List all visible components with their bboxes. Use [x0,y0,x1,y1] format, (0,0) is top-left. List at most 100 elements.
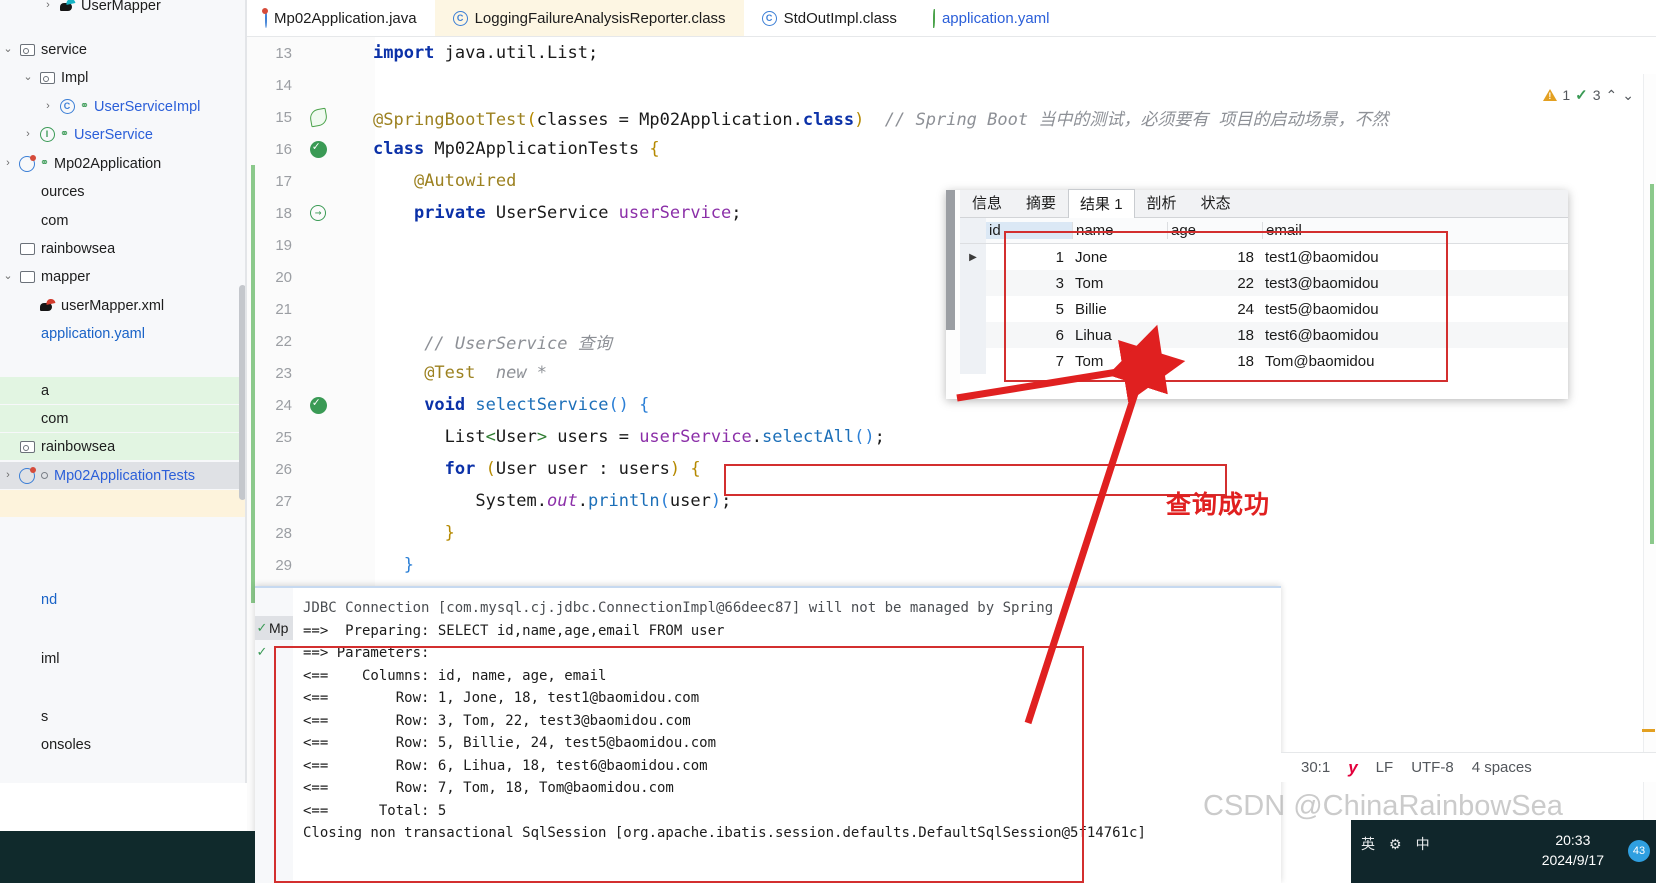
cell-id[interactable]: 7 [986,353,1072,370]
tree-chevron-icon[interactable]: › [40,101,56,112]
cell-email[interactable]: test6@baomidou [1262,327,1568,344]
tree-item-iml[interactable]: iml [0,645,247,672]
test-run-tree[interactable]: ✓ Mp ✓ [255,588,293,883]
column-header-email[interactable]: email [1262,222,1568,239]
project-tree-panel[interactable]: › UserMapper ⌄ service ⌄ Impl › C ⚭ UserServiceIm… [0,0,247,783]
code-line-26[interactable]: 26 for (User user : users) { [247,453,1656,485]
cell-id[interactable]: 3 [986,275,1072,292]
cell-id[interactable]: 1 [986,249,1072,266]
database-result-panel[interactable]: 信息 摘要 结果 1 剖析 状态 id name age email ▶ 1 Jone 18 test1… [946,188,1568,399]
cell-email[interactable]: test3@baomidou [1262,275,1568,292]
cell-email[interactable]: Tom@baomidou [1262,353,1568,370]
db-tab-结果 1[interactable]: 结果 1 [1068,189,1135,218]
tree-item-mp02application[interactable]: › ⚭ Mp02Application [0,150,247,177]
code-line-15[interactable]: 15 @SpringBootTest(classes = Mp02Applicat… [247,101,1656,133]
os-taskbar-right[interactable]: 英 ⚙ 中 20:33 2024/9/17 43 [1351,820,1656,883]
cell-name[interactable]: Jone [1072,249,1167,266]
tree-chevron-icon[interactable]: ⌄ [0,271,16,282]
db-tab-摘要[interactable]: 摘要 [1014,188,1068,217]
cell-name[interactable]: Billie [1072,301,1167,318]
next-problem-icon[interactable]: ⌄ [1622,87,1634,104]
code-line-28[interactable]: 28 } [247,517,1656,549]
code-line-29[interactable]: 29 } [247,549,1656,581]
test-run-row[interactable]: ✓ Mp [255,616,293,640]
tree-item-application-yaml[interactable]: application.yaml [0,320,247,347]
code-line-14[interactable]: 14 [247,69,1656,101]
run-test-gutter-icon[interactable] [309,139,327,158]
tree-chevron-icon[interactable]: › [0,158,16,169]
tree-item-mp02applicationtests[interactable]: › Mp02ApplicationTests [0,462,247,489]
cell-name[interactable]: Lihua [1072,327,1167,344]
db-table-row[interactable]: 3 Tom 22 test3@baomidou [960,270,1568,296]
code-line-25[interactable]: 25 List<User> users = userService.select… [247,421,1656,453]
cell-age[interactable]: 22 [1167,275,1262,292]
tree-item-service[interactable]: ⌄ service [0,36,247,63]
db-table-row[interactable]: 5 Billie 24 test5@baomidou [960,296,1568,322]
tree-item-blank[interactable] [0,490,247,517]
tree-chevron-icon[interactable]: ⌄ [20,72,36,83]
cell-name[interactable]: Tom [1072,353,1167,370]
tree-item-a[interactable]: a [0,377,247,404]
tree-item-nd[interactable]: nd [0,586,247,613]
code-line-13[interactable]: 13 import java.util.List; [247,37,1656,69]
tree-item-mapper[interactable]: ⌄ mapper [0,263,247,290]
cell-id[interactable]: 5 [986,301,1072,318]
notification-badge[interactable]: 43 [1628,840,1650,862]
db-result-table[interactable]: id name age email ▶ 1 Jone 18 test1@baomidou 3 Tom… [960,218,1568,399]
editor-tab-stdoutimpl-class[interactable]: C StdOutImpl.class [744,0,915,36]
cell-age[interactable]: 18 [1167,249,1262,266]
indent-setting[interactable]: 4 spaces [1472,759,1532,776]
cell-age[interactable]: 24 [1167,301,1262,318]
console-output[interactable]: JDBC Connection [com.mysql.cj.jdbc.Conne… [293,588,1281,883]
db-table-row[interactable]: 6 Lihua 18 test6@baomidou [960,322,1568,348]
tree-item-rainbowsea[interactable]: rainbowsea [0,235,247,262]
editor-tab-bar[interactable]: Mp02Application.java C LoggingFailureAnaly… [247,0,1656,37]
run-console-panel[interactable]: ✓ Mp ✓ JDBC Connection [com.mysql.cj.jdbc.… [255,586,1281,883]
code-line-16[interactable]: 16 class Mp02ApplicationTests { [247,133,1656,165]
prev-problem-icon[interactable]: ⌃ [1606,87,1618,104]
tree-chevron-icon[interactable]: ⌄ [0,44,16,55]
tree-item-impl[interactable]: ⌄ Impl [0,64,247,91]
tree-item-com[interactable]: com [0,207,247,234]
vcs-branch-icon[interactable]: y [1348,758,1357,778]
cell-name[interactable]: Tom [1072,275,1167,292]
cell-email[interactable]: test5@baomidou [1262,301,1568,318]
editor-tab-application-yaml[interactable]: application.yaml [915,0,1068,36]
tree-chevron-icon[interactable]: › [20,129,36,140]
taskbar-tray-item[interactable]: ⚙ [1389,836,1402,853]
column-header-age[interactable]: age [1167,222,1262,239]
cell-email[interactable]: test1@baomidou [1262,249,1568,266]
gutter-marker[interactable]: → [299,205,337,221]
taskbar-clock[interactable]: 20:33 2024/9/17 [1542,830,1604,871]
tree-item-rainbowsea[interactable]: rainbowsea [0,433,247,460]
caret-position[interactable]: 30:1 [1301,759,1330,776]
taskbar-tray-item[interactable]: 英 [1361,834,1375,854]
editor-tab-loggingfailureanalysisreporter-class[interactable]: C LoggingFailureAnalysisReporter.class [434,0,744,36]
tree-item-s[interactable]: s [0,703,247,730]
status-bar[interactable]: 30:1 y LF UTF-8 4 spaces [1281,752,1656,782]
code-line-27[interactable]: 27 System.out.println(user); [247,485,1656,517]
taskbar-tray-item[interactable]: 中 [1416,834,1430,854]
test-run-row[interactable]: ✓ [255,640,293,664]
line-separator[interactable]: LF [1376,759,1394,776]
tree-item-usermapper-xml[interactable]: userMapper.xml [0,292,247,319]
db-result-tabs[interactable]: 信息 摘要 结果 1 剖析 状态 [960,188,1568,218]
inspection-widget[interactable]: 1 ✓ 3 ⌃ ⌄ [1543,86,1634,104]
db-tab-状态[interactable]: 状态 [1189,188,1243,217]
tree-chevron-icon[interactable]: › [0,470,16,481]
column-header-id[interactable]: id [986,222,1072,239]
db-panel-scrollbar[interactable] [946,190,955,330]
cell-age[interactable]: 18 [1167,353,1262,370]
tree-item-userserviceimpl[interactable]: › C ⚭ UserServiceImpl [0,93,247,120]
tree-item-com[interactable]: com [0,405,247,432]
implemented-method-icon[interactable]: → [310,205,326,221]
tree-item-usermapper[interactable]: › UserMapper [0,0,247,19]
tree-item-onsoles[interactable]: onsoles [0,731,247,758]
gutter-marker[interactable] [299,107,337,127]
column-header-name[interactable]: name [1072,222,1167,239]
db-tab-信息[interactable]: 信息 [960,188,1014,217]
file-encoding[interactable]: UTF-8 [1411,759,1454,776]
taskbar-tray-items[interactable]: 英 ⚙ 中 [1361,834,1430,854]
cell-id[interactable]: 6 [986,327,1072,344]
gutter-marker[interactable] [299,395,337,414]
